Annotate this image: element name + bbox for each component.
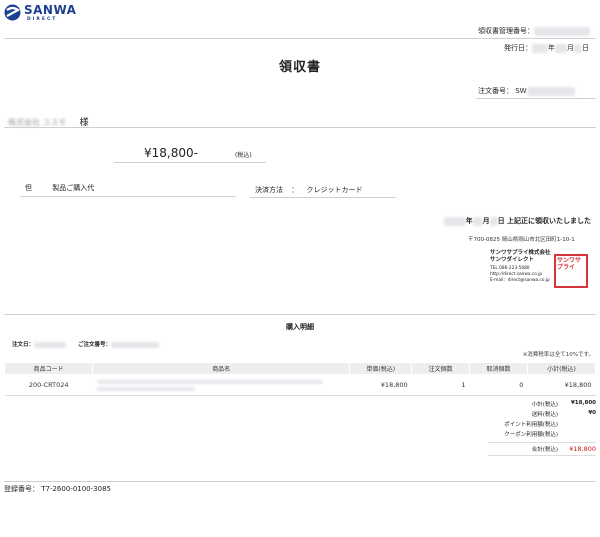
total-row-grand: 合計(税込) ¥18,800 bbox=[488, 442, 596, 456]
purpose-label: 但 bbox=[25, 184, 32, 192]
issuer-address: 〒700-0825 岡山県岡山市北区田町1-10-1 bbox=[468, 237, 575, 243]
grand-total-label: 合計(税込) bbox=[531, 447, 558, 453]
recipient-name: 株式会社 ユスモ bbox=[8, 118, 67, 127]
items-table: 商品コード 商品名 単価(税込) 注文個数 取消個数 小計(税込) 200-CR… bbox=[3, 362, 597, 396]
receipt-mgmt-label: 領収書管理番号： bbox=[478, 27, 534, 35]
order-number-label: 注文番号： bbox=[478, 87, 513, 95]
order-info: 注文日： ご注文番号： bbox=[12, 340, 159, 348]
col-order-qty: 注文個数 bbox=[411, 362, 471, 375]
page-title: 領収書 bbox=[278, 60, 321, 75]
col-unit-price: 単価(税込) bbox=[349, 362, 413, 375]
points-label: ポイント利用額(税込) bbox=[504, 422, 558, 428]
total-row-points: ポイント利用額(税込) bbox=[488, 420, 596, 430]
coupon-label: クーポン利用額(税込) bbox=[504, 432, 558, 438]
payment-colon: ： bbox=[291, 186, 299, 194]
table-row: 200-CRT024 ¥18,800 1 0 ¥18,800 bbox=[4, 374, 596, 396]
total-row-coupon: クーポン利用額(税込) bbox=[488, 430, 596, 440]
amount-tax-note: (税込) bbox=[235, 152, 252, 159]
order-number: 注文番号： SW bbox=[478, 86, 575, 96]
details-title: 購入明細 bbox=[286, 323, 314, 331]
cell-product-code: 200-CRT024 bbox=[4, 374, 93, 396]
subtotal-value: ¥18,800 bbox=[570, 400, 596, 406]
total-row-shipping: 送料(税込) ¥0 bbox=[488, 410, 596, 420]
receipt-management-number: 領収書管理番号： bbox=[478, 26, 590, 36]
col-product-code: 商品コード bbox=[3, 362, 94, 375]
totals-block: 小計(税込) ¥18,800 送料(税込) ¥0 ポイント利用額(税込) クーポ… bbox=[488, 400, 596, 456]
cell-product-name bbox=[92, 374, 350, 396]
sanwa-logo-icon bbox=[4, 4, 21, 21]
subtotal-label: 小計(税込) bbox=[531, 402, 558, 408]
received-text: 日 上記正に領収いたしました bbox=[497, 217, 591, 225]
shipping-value: ¥0 bbox=[588, 410, 596, 416]
items-table-wrap: 商品コード 商品名 単価(税込) 注文個数 取消個数 小計(税込) 200-CR… bbox=[3, 362, 597, 396]
received-month: 月 bbox=[482, 217, 490, 225]
seal-text: サンワサプライ bbox=[557, 257, 582, 271]
issue-date-label: 発行日： bbox=[504, 44, 532, 52]
cell-cancel-qty: 0 bbox=[469, 374, 528, 396]
cell-unit-price: ¥18,800 bbox=[349, 374, 412, 396]
payment-value: クレジットカード bbox=[306, 186, 363, 194]
company-logo: SANWA DIRECT bbox=[4, 3, 76, 25]
registration-number: 登録番号： T7-2600-0100-3085 bbox=[4, 485, 111, 493]
logo-subtext: DIRECT bbox=[27, 17, 58, 22]
total-row-subtotal: 小計(税込) ¥18,800 bbox=[488, 400, 596, 410]
col-subtotal: 小計(税込) bbox=[526, 362, 597, 375]
coupon-value bbox=[558, 430, 596, 440]
tax-rate-note: ※消費税率は全て10%です。 bbox=[522, 352, 594, 358]
grand-total-value: ¥18,800 bbox=[569, 445, 596, 453]
year-label: 年 bbox=[548, 44, 555, 52]
received-statement: 年 月日 上記正に領収いたしました bbox=[443, 216, 591, 226]
purpose: 但 製品ご購入代 bbox=[25, 183, 94, 193]
customer-order-label: ご注文番号： bbox=[77, 342, 111, 348]
table-header-row: 商品コード 商品名 単価(税込) 注文個数 取消個数 小計(税込) bbox=[3, 362, 597, 375]
order-date-label: 注文日： bbox=[12, 342, 35, 348]
issue-date: 発行日： 年 月日 bbox=[504, 43, 589, 53]
received-year: 年 bbox=[465, 217, 473, 225]
col-cancel-qty: 取消個数 bbox=[469, 362, 528, 375]
amount: ¥18,800- bbox=[144, 146, 198, 160]
purpose-value: 製品ご購入代 bbox=[52, 184, 95, 192]
company-seal: サンワサプライ bbox=[554, 254, 588, 288]
payment-method: 決済方法 ： クレジットカード bbox=[255, 185, 362, 195]
order-number-prefix: SW bbox=[515, 87, 527, 95]
points-value bbox=[558, 420, 596, 430]
shipping-label: 送料(税込) bbox=[531, 412, 558, 418]
day-label: 日 bbox=[582, 44, 589, 52]
cell-subtotal: ¥18,800 bbox=[527, 374, 596, 396]
cell-order-qty: 1 bbox=[411, 374, 470, 396]
month-label: 月 bbox=[567, 44, 574, 52]
payment-label: 決済方法 bbox=[255, 186, 283, 194]
logo-wordmark: SANWA bbox=[24, 3, 77, 17]
col-product-name: 商品名 bbox=[92, 362, 351, 375]
